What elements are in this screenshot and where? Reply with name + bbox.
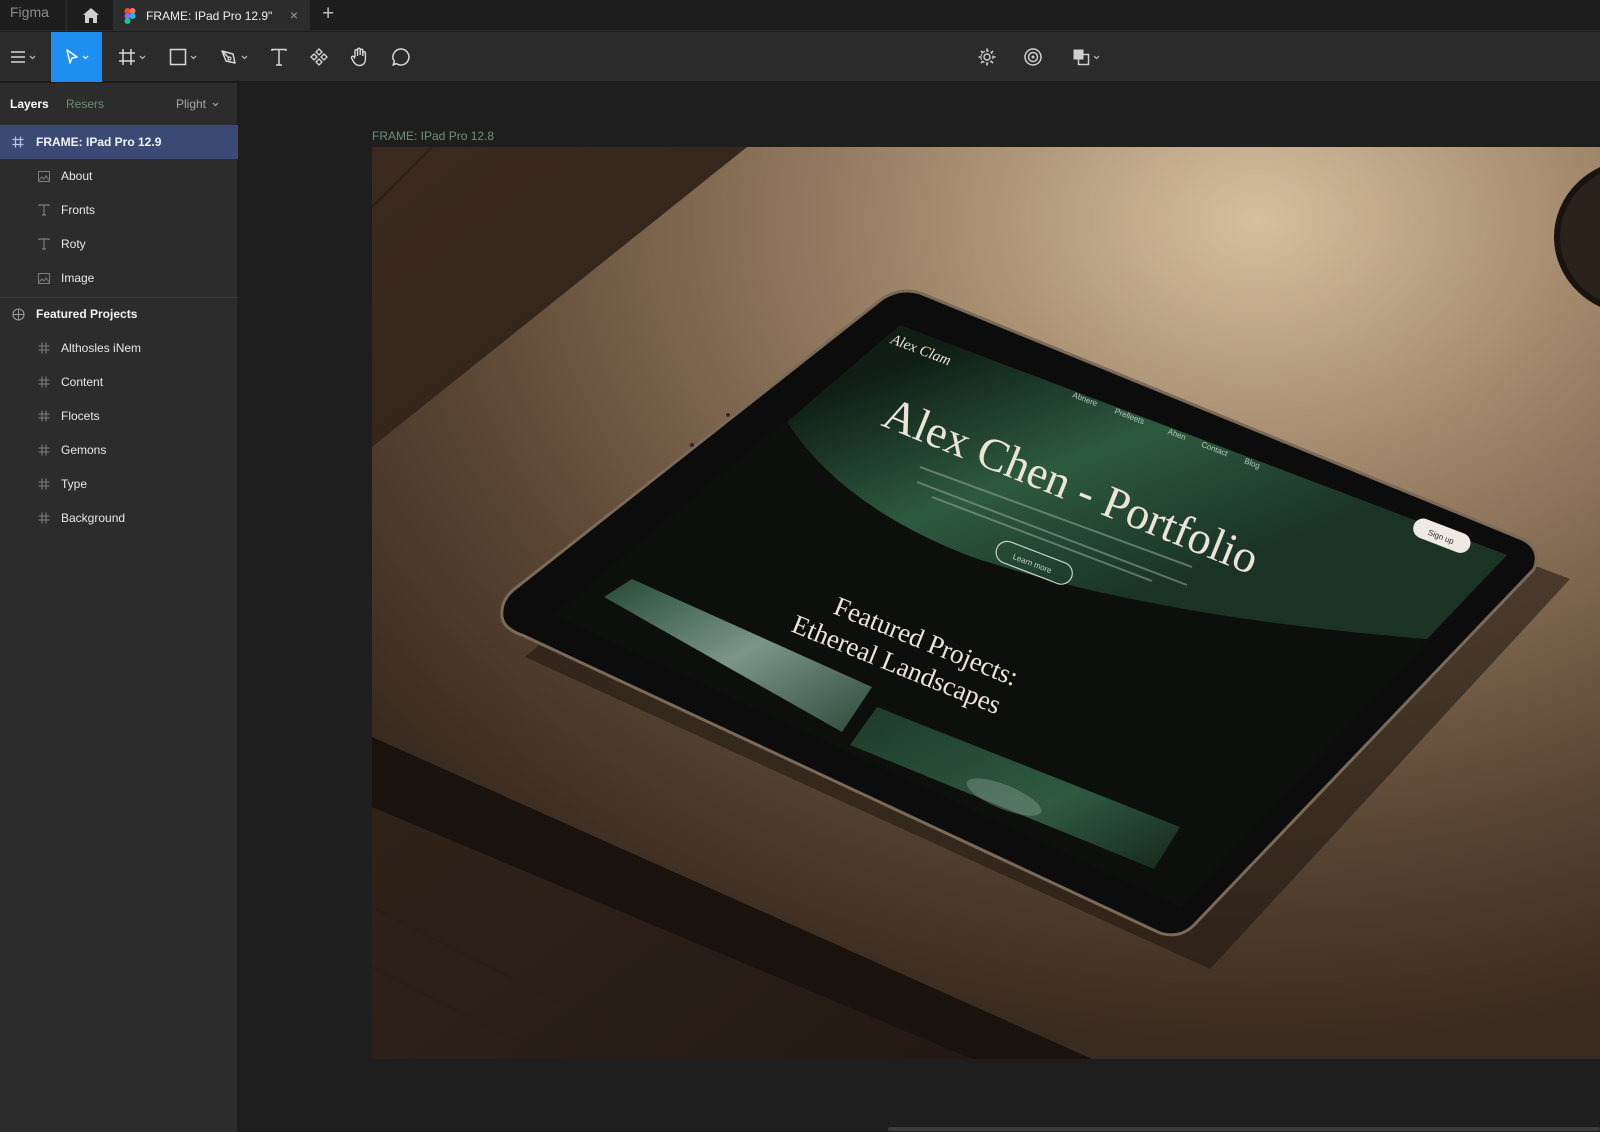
hash-frame-icon — [37, 477, 51, 491]
frame-tool-button[interactable] — [112, 32, 152, 82]
app-name: Figma — [10, 4, 49, 20]
plugins-button[interactable] — [972, 32, 1002, 82]
chevron-down-icon — [1093, 55, 1100, 59]
layer-label: Featured Projects — [36, 307, 138, 321]
hash-frame-icon — [37, 409, 51, 423]
layer-label: Althosles iNem — [61, 341, 142, 355]
image-icon — [37, 271, 51, 285]
new-tab-button[interactable]: + — [322, 1, 334, 27]
layer-label: Flocets — [61, 409, 100, 423]
target-icon — [1024, 48, 1042, 66]
frame-icon — [119, 49, 135, 65]
tab-assets[interactable]: Resers — [66, 97, 104, 111]
hand-icon — [350, 47, 367, 67]
share-menu-button[interactable] — [1064, 32, 1108, 82]
page-selector[interactable]: Plight — [176, 97, 219, 111]
chevron-down-icon — [190, 55, 197, 59]
layer-row[interactable]: Roty — [0, 227, 238, 261]
hash-frame-icon — [37, 443, 51, 457]
text-layer-icon — [37, 203, 51, 217]
components-tool-button[interactable] — [304, 32, 334, 82]
hamburger-icon — [11, 51, 25, 63]
ipad-mockup-artwork: Alex Clam Abnere Prelleets Ahen Contact … — [372, 147, 1600, 1059]
hash-frame-icon — [37, 375, 51, 389]
layer-label: FRAME: IPad Pro 12.9 — [36, 135, 162, 149]
home-button[interactable] — [78, 2, 104, 28]
comment-tool-button[interactable] — [386, 32, 416, 82]
gear-icon — [978, 48, 996, 66]
tab-layers[interactable]: Layers — [10, 97, 49, 111]
layer-label: Type — [61, 477, 88, 491]
frame-icon — [11, 135, 25, 149]
close-tab-icon[interactable]: × — [290, 7, 298, 23]
layer-row-component[interactable]: Featured Projects — [0, 297, 238, 331]
layer-label: Gemons — [61, 443, 107, 457]
divider — [66, 0, 67, 31]
layer-row-frame[interactable]: FRAME: IPad Pro 12.9 — [0, 125, 238, 159]
layer-row[interactable]: Image — [0, 261, 238, 295]
chevron-down-icon — [241, 55, 248, 59]
hash-frame-icon — [37, 511, 51, 525]
comment-icon — [392, 48, 410, 66]
text-icon — [271, 48, 287, 66]
frame-label[interactable]: FRAME: IPad Pro 12.8 — [372, 129, 494, 143]
shape-tool-button[interactable] — [163, 32, 203, 82]
horizontal-scrollbar[interactable] — [888, 1127, 1600, 1131]
home-icon — [83, 7, 99, 23]
layer-row[interactable]: Flocets — [0, 399, 238, 433]
image-icon — [37, 169, 51, 183]
artboard-frame[interactable]: Alex Clam Abnere Prelleets Ahen Contact … — [372, 147, 1600, 1059]
layer-row[interactable]: Background — [0, 501, 238, 535]
resources-button[interactable] — [1018, 32, 1048, 82]
chevron-down-icon — [82, 55, 88, 59]
document-tab-label: FRAME: IPad Pro 12.9" — [146, 8, 273, 23]
layer-label: Background — [61, 511, 126, 525]
layers-panel: Layers Resers Plight FRAME: IPad Pro 12.… — [0, 83, 238, 1132]
pen-icon — [221, 50, 236, 64]
layer-row[interactable]: About — [0, 159, 238, 193]
main-menu-button[interactable] — [6, 32, 40, 82]
share-icon — [1073, 49, 1090, 66]
title-bar: Figma FRAME: IPad Pro 12.9" × + — [0, 0, 1600, 31]
text-tool-button[interactable] — [264, 32, 294, 82]
pen-tool-button[interactable] — [214, 32, 254, 82]
layer-row[interactable]: Althosles iNem — [0, 331, 238, 365]
layer-label: Content — [61, 375, 104, 389]
cursor-icon — [65, 49, 78, 64]
chevron-down-icon — [212, 102, 219, 107]
component-icon — [11, 307, 25, 321]
layer-row[interactable]: Type — [0, 467, 238, 501]
hand-tool-button[interactable] — [344, 32, 374, 82]
page-selector-label: Plight — [176, 97, 207, 111]
layer-row[interactable]: Content — [0, 365, 238, 399]
rectangle-icon — [169, 48, 187, 66]
layer-row[interactable]: Fronts — [0, 193, 238, 227]
panel-tabs: Layers Resers Plight — [0, 83, 237, 125]
chevron-down-icon — [29, 55, 36, 59]
layer-row[interactable]: Gemons — [0, 433, 238, 467]
layer-label: Fronts — [61, 203, 96, 217]
hash-frame-icon — [37, 341, 51, 355]
move-tool-button[interactable] — [51, 32, 102, 82]
layer-label: Image — [61, 271, 95, 285]
figma-file-icon — [124, 7, 136, 24]
layer-label: About — [61, 169, 93, 183]
text-layer-icon — [37, 237, 51, 251]
document-tab[interactable]: FRAME: IPad Pro 12.9" × — [114, 0, 310, 31]
chevron-down-icon — [139, 55, 146, 59]
layer-label: Roty — [61, 237, 86, 251]
components-icon — [310, 48, 328, 66]
toolbar — [0, 32, 1600, 82]
canvas[interactable]: FRAME: IPad Pro 12.8 Alex Clam Abnere Pr… — [238, 83, 1600, 1132]
